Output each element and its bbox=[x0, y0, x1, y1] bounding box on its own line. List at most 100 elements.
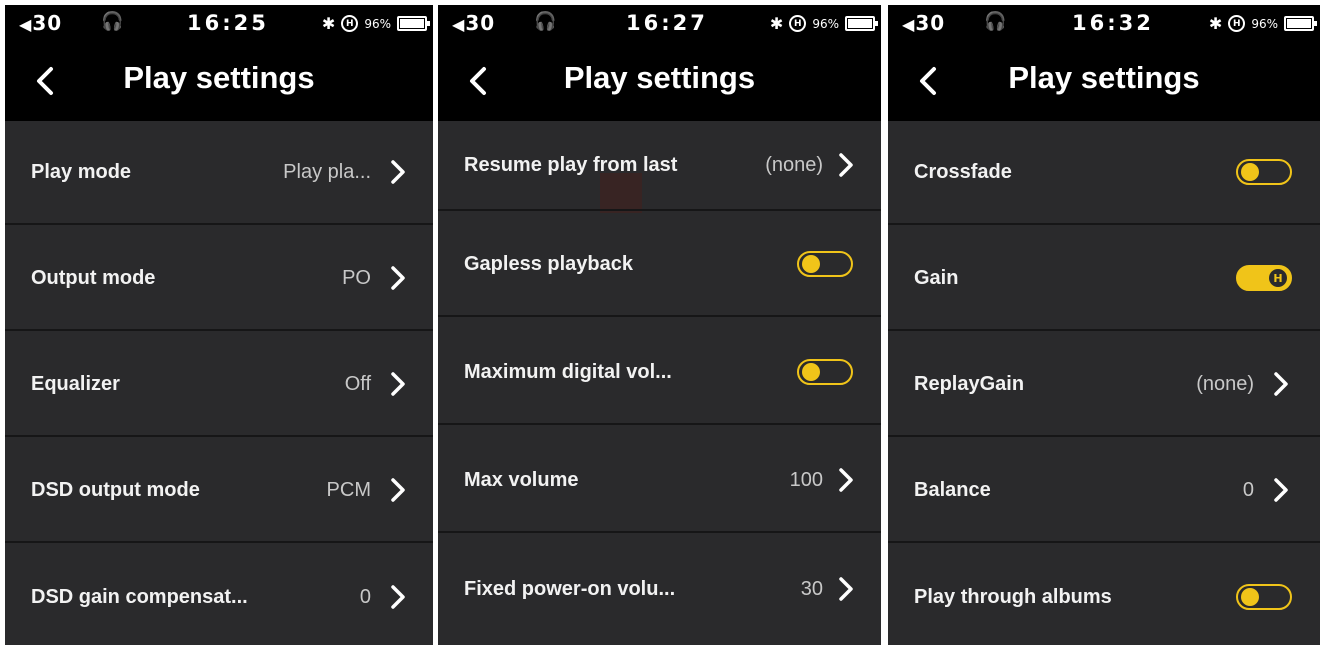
toggle-knob bbox=[1241, 588, 1259, 606]
page-title: Play settings bbox=[1008, 60, 1200, 95]
setting-row-play-through-albums[interactable]: Play through albums bbox=[888, 545, 1320, 645]
hires-icon: H bbox=[341, 15, 359, 32]
status-bar: ◀30 🎧 16:27 ✱ H 96% bbox=[438, 5, 881, 43]
setting-label: Resume play from last bbox=[464, 153, 678, 176]
setting-label: Gapless playback bbox=[464, 252, 633, 275]
setting-label: Maximum digital vol... bbox=[464, 360, 672, 383]
battery-icon bbox=[845, 16, 878, 31]
battery-percent: 96% bbox=[364, 16, 391, 31]
setting-label: DSD gain compensat... bbox=[31, 585, 248, 608]
setting-row-output-mode[interactable]: Output mode PO bbox=[5, 227, 433, 331]
screen-play-settings-2: ◀30 🎧 16:27 ✱ H 96% Play settings Resume… bbox=[438, 5, 881, 645]
setting-value: (none) bbox=[1196, 372, 1254, 395]
setting-row-fixed-power-on-volume[interactable]: Fixed power-on volu... 30 bbox=[438, 537, 881, 641]
volume-indicator: ◀30 bbox=[19, 11, 62, 35]
setting-row-maximum-digital-volume[interactable]: Maximum digital vol... bbox=[438, 321, 881, 425]
setting-label: DSD output mode bbox=[31, 478, 200, 501]
clock: 16:32 bbox=[1072, 11, 1154, 35]
toggle-knob bbox=[802, 363, 820, 381]
setting-label: Fixed power-on volu... bbox=[464, 577, 676, 600]
chevron-right-icon bbox=[837, 576, 855, 602]
page-title: Play settings bbox=[123, 60, 315, 95]
setting-label: Play through albums bbox=[914, 585, 1112, 608]
page-title: Play settings bbox=[563, 60, 756, 95]
screen-play-settings-3: ◀30 🎧 16:32 ✱ H 96% Play settings Crossf… bbox=[888, 5, 1320, 645]
maximum-digital-volume-toggle[interactable] bbox=[797, 359, 853, 385]
setting-row-balance[interactable]: Balance 0 bbox=[888, 439, 1320, 543]
setting-row-replaygain[interactable]: ReplayGain (none) bbox=[888, 333, 1320, 437]
chevron-right-icon bbox=[389, 371, 407, 397]
headphones-icon: 🎧 bbox=[534, 11, 557, 32]
setting-row-dsd-output-mode[interactable]: DSD output mode PCM bbox=[5, 439, 433, 543]
bluetooth-icon: ✱ bbox=[769, 14, 784, 33]
setting-row-gapless-playback[interactable]: Gapless playback bbox=[438, 213, 881, 317]
setting-row-equalizer[interactable]: Equalizer Off bbox=[5, 333, 433, 437]
setting-label: ReplayGain bbox=[914, 372, 1025, 395]
clock: 16:25 bbox=[187, 11, 269, 35]
volume-level: 30 bbox=[465, 11, 496, 35]
chevron-right-icon bbox=[837, 467, 855, 493]
clock: 16:27 bbox=[626, 11, 708, 35]
battery-percent: 96% bbox=[812, 16, 839, 31]
chevron-right-icon bbox=[837, 152, 855, 178]
setting-label: Crossfade bbox=[914, 160, 1012, 183]
setting-label: Play mode bbox=[31, 160, 132, 183]
headphones-icon: 🎧 bbox=[101, 11, 124, 32]
speaker-icon: ◀ bbox=[19, 15, 33, 34]
status-bar: ◀30 🎧 16:32 ✱ H 96% bbox=[888, 5, 1320, 43]
chevron-right-icon bbox=[389, 584, 407, 610]
setting-label: Output mode bbox=[31, 266, 156, 289]
bluetooth-icon: ✱ bbox=[1208, 14, 1223, 33]
setting-value: 0 bbox=[359, 585, 371, 608]
settings-list: Resume play from last (none) Gapless pla… bbox=[438, 121, 881, 645]
setting-row-crossfade[interactable]: Crossfade bbox=[888, 121, 1320, 225]
header: Play settings bbox=[438, 43, 881, 121]
setting-label: Balance bbox=[914, 478, 991, 501]
chevron-right-icon bbox=[1272, 371, 1290, 397]
setting-label: Equalizer bbox=[31, 372, 120, 395]
chevron-right-icon bbox=[389, 159, 407, 185]
headphones-icon: 🎧 bbox=[984, 11, 1007, 32]
setting-value: PCM bbox=[326, 478, 371, 501]
hires-icon: H bbox=[1228, 15, 1246, 32]
setting-row-play-mode[interactable]: Play mode Play pla... bbox=[5, 121, 433, 225]
toggle-knob bbox=[1241, 163, 1259, 181]
setting-row-resume-play[interactable]: Resume play from last (none) bbox=[438, 121, 881, 211]
setting-value: 0 bbox=[1242, 478, 1254, 501]
status-bar: ◀30 🎧 16:25 ✱ H 96% bbox=[5, 5, 433, 43]
bluetooth-icon: ✱ bbox=[321, 14, 336, 33]
header: Play settings bbox=[5, 43, 433, 121]
volume-level: 30 bbox=[32, 11, 63, 35]
chevron-right-icon bbox=[389, 265, 407, 291]
setting-value: PO bbox=[342, 266, 371, 289]
chevron-right-icon bbox=[1272, 477, 1290, 503]
setting-value: Play pla... bbox=[283, 160, 371, 183]
setting-row-dsd-gain-compensation[interactable]: DSD gain compensat... 0 bbox=[5, 545, 433, 645]
setting-value: 30 bbox=[800, 577, 823, 600]
battery-icon bbox=[397, 16, 430, 31]
volume-indicator: ◀30 bbox=[902, 11, 945, 35]
gapless-playback-toggle[interactable] bbox=[797, 251, 853, 277]
speaker-icon: ◀ bbox=[902, 15, 916, 34]
setting-row-max-volume[interactable]: Max volume 100 bbox=[438, 429, 881, 533]
crossfade-toggle[interactable] bbox=[1236, 159, 1292, 185]
setting-value: 100 bbox=[789, 468, 823, 491]
header: Play settings bbox=[888, 43, 1320, 121]
toggle-knob bbox=[802, 255, 820, 273]
settings-list: Play mode Play pla... Output mode PO Equ… bbox=[5, 121, 433, 645]
screen-play-settings-1: ◀30 🎧 16:25 ✱ H 96% Play settings Play m… bbox=[5, 5, 433, 645]
setting-row-gain[interactable]: Gain H bbox=[888, 227, 1320, 331]
gain-toggle[interactable]: H bbox=[1236, 265, 1292, 291]
hires-gain-icon: H bbox=[1269, 269, 1287, 287]
chevron-right-icon bbox=[389, 477, 407, 503]
volume-indicator: ◀30 bbox=[452, 11, 495, 35]
setting-value: (none) bbox=[765, 153, 823, 176]
settings-list: Crossfade Gain H ReplayGain (none) Balan… bbox=[888, 121, 1320, 645]
battery-percent: 96% bbox=[1251, 16, 1278, 31]
setting-label: Max volume bbox=[464, 468, 579, 491]
volume-level: 30 bbox=[915, 11, 946, 35]
setting-value: Off bbox=[344, 372, 371, 395]
play-through-albums-toggle[interactable] bbox=[1236, 584, 1292, 610]
battery-icon bbox=[1284, 16, 1317, 31]
setting-label: Gain bbox=[914, 266, 959, 289]
